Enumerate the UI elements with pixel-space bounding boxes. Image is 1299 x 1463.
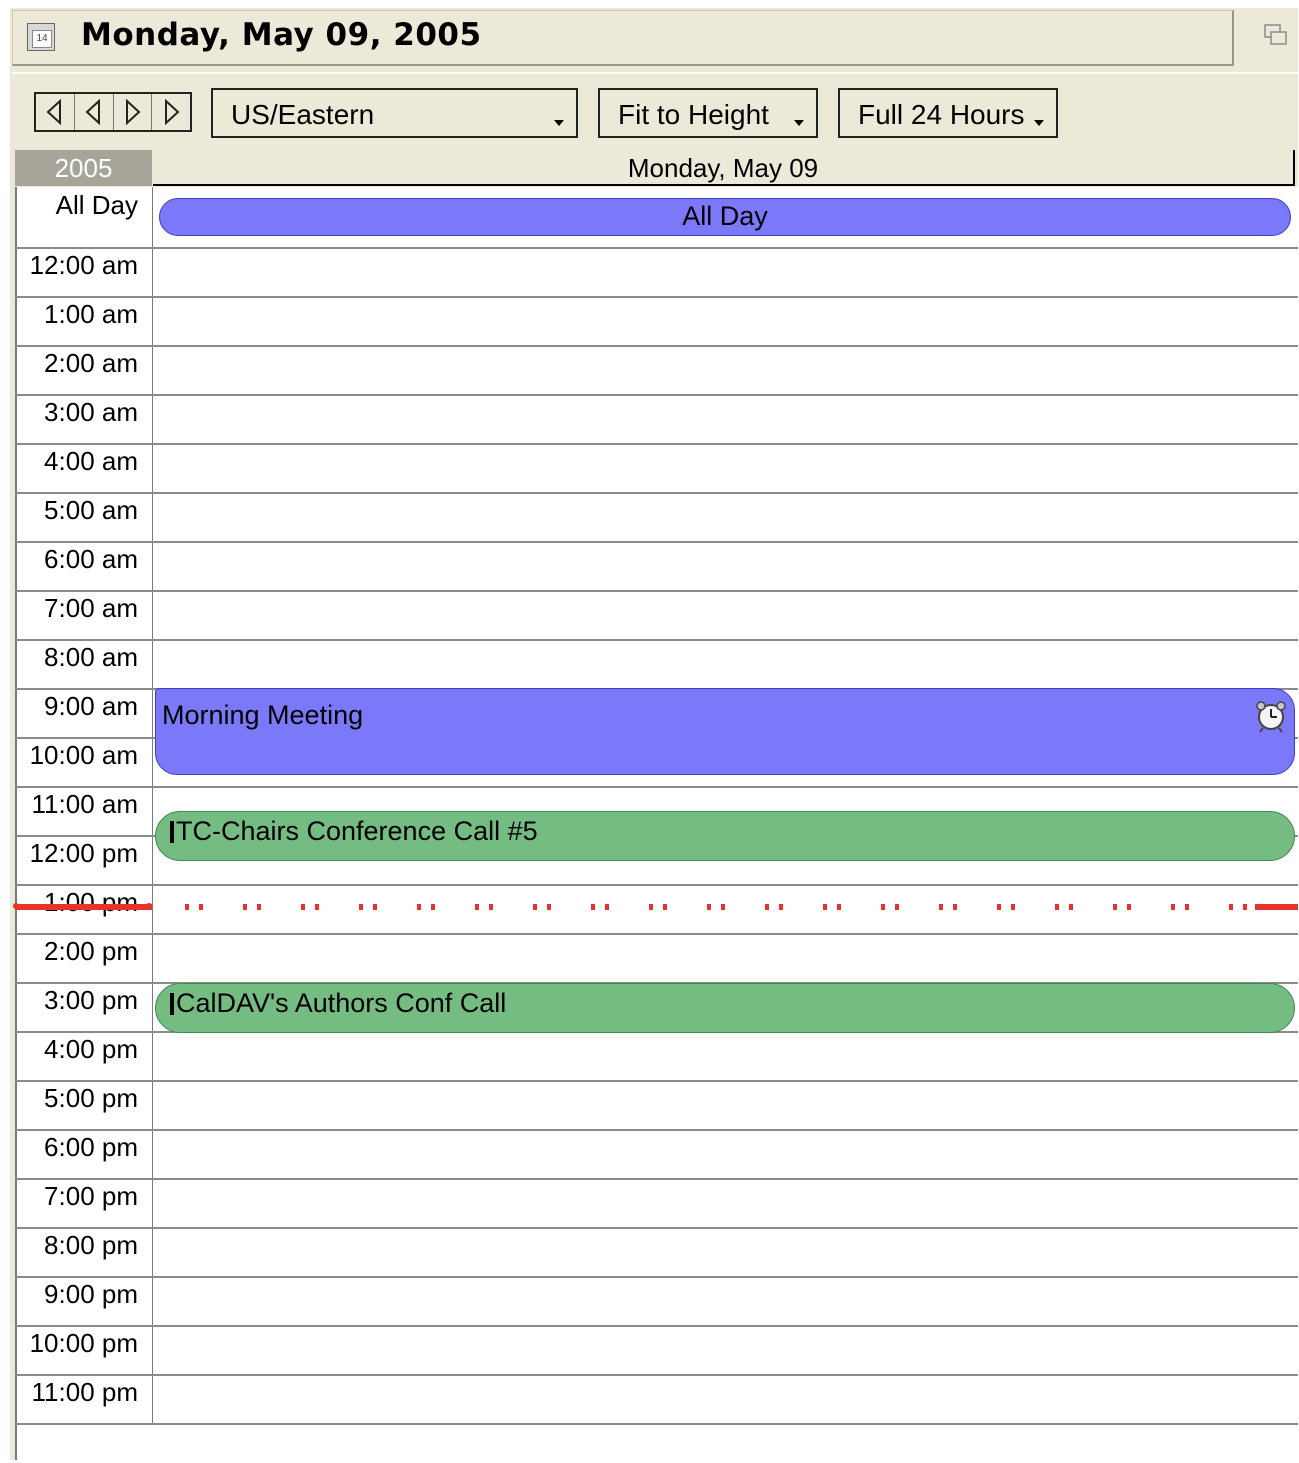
nav-next-button[interactable]: [114, 94, 153, 130]
hour-label: 2:00 pm: [44, 936, 138, 966]
year-label: 2005: [15, 150, 152, 186]
hour-label: 7:00 am: [44, 593, 138, 623]
event-morning-meeting[interactable]: Morning Meeting: [155, 688, 1295, 775]
now-line-dot: [146, 903, 152, 909]
fit-mode-select[interactable]: Fit to Height: [598, 88, 818, 138]
hour-label: 9:00 pm: [44, 1279, 138, 1309]
row-divider: [15, 1325, 1298, 1327]
row-divider: [15, 639, 1298, 641]
right-arrow-icon: [126, 98, 141, 126]
row-divider: [15, 1374, 1298, 1376]
hour-label: 1:00 am: [44, 299, 138, 329]
hour-label: 12:00 am: [29, 250, 138, 280]
event-marker: [170, 821, 174, 843]
hour-label: 8:00 pm: [44, 1230, 138, 1260]
nav-last-button[interactable]: [152, 94, 190, 130]
hour-label: 7:00 pm: [44, 1181, 138, 1211]
row-divider: [15, 296, 1298, 298]
chevron-down-icon: [794, 120, 804, 126]
timezone-value: US/Eastern: [231, 99, 375, 130]
hour-label: 12:00 pm: [29, 838, 138, 868]
hour-label: 11:00 am: [31, 789, 138, 819]
nav-first-button[interactable]: [36, 94, 75, 130]
event-caldav-call[interactable]: CalDAV's Authors Conf Call: [155, 983, 1295, 1033]
row-divider: [15, 394, 1298, 396]
chevron-down-icon: [554, 120, 564, 126]
event-title: Morning Meeting: [162, 700, 364, 730]
row-divider: [15, 786, 1298, 788]
left-arrow-icon: [85, 98, 100, 126]
page-title: Monday, May 09, 2005: [81, 17, 482, 53]
row-divider: [15, 443, 1298, 445]
row-divider: [15, 1276, 1298, 1278]
day-column-header[interactable]: Monday, May 09: [153, 150, 1295, 186]
hour-label: 10:00 pm: [29, 1328, 138, 1358]
event-title: TC-Chairs Conference Call #5: [176, 816, 538, 846]
row-divider: [15, 1129, 1298, 1131]
timezone-select[interactable]: US/Eastern: [211, 88, 578, 138]
event-marker: [170, 993, 174, 1015]
fit-mode-value: Fit to Height: [618, 99, 769, 130]
hour-label: 3:00 pm: [44, 985, 138, 1015]
toolbar: US/Eastern Fit to Height Full 24 Hours: [12, 72, 1298, 152]
row-divider: [15, 884, 1298, 886]
hour-label: 3:00 am: [44, 397, 138, 427]
hour-label: 5:00 am: [44, 495, 138, 525]
calendar-icon: 14: [27, 23, 55, 51]
now-line-dot: [13, 903, 19, 909]
row-divider: [15, 1178, 1298, 1180]
allday-label: All Day: [55, 190, 138, 220]
hour-label: 4:00 pm: [44, 1034, 138, 1064]
hour-label: 2:00 am: [44, 348, 138, 378]
row-divider: [15, 1227, 1298, 1229]
hour-label: 4:00 am: [44, 446, 138, 476]
hours-mode-select[interactable]: Full 24 Hours: [838, 88, 1058, 138]
time-column-divider: [152, 187, 153, 1423]
row-divider: [15, 541, 1298, 543]
hour-label: 6:00 am: [44, 544, 138, 574]
hour-label: 11:00 pm: [31, 1377, 138, 1407]
hour-label: 10:00 am: [29, 740, 138, 770]
hour-label: 5:00 pm: [44, 1083, 138, 1113]
window-restore-icon[interactable]: [1262, 22, 1290, 50]
hour-label: 8:00 am: [44, 642, 138, 672]
event-tc-chairs-call[interactable]: TC-Chairs Conference Call #5: [155, 811, 1295, 861]
row-divider: [15, 933, 1298, 935]
row-divider: [15, 345, 1298, 347]
alarm-clock-icon: [1256, 701, 1286, 733]
chevron-down-icon: [1034, 120, 1044, 126]
row-divider: [15, 492, 1298, 494]
row-divider: [15, 1423, 1298, 1425]
event-title: CalDAV's Authors Conf Call: [176, 988, 507, 1018]
row-divider: [15, 247, 1298, 249]
hours-mode-value: Full 24 Hours: [858, 99, 1025, 130]
hour-label: 1:00 pm: [44, 887, 138, 917]
calendar-icon-day: 14: [32, 30, 52, 48]
current-time-line: [15, 904, 1298, 910]
double-right-arrow-icon: [165, 98, 180, 126]
nav-previous-button[interactable]: [75, 94, 114, 130]
hour-label: 6:00 pm: [44, 1132, 138, 1162]
double-left-arrow-icon: [46, 98, 61, 126]
hour-label: 9:00 am: [44, 691, 138, 721]
row-divider: [15, 1080, 1298, 1082]
row-divider: [15, 590, 1298, 592]
event-all-day[interactable]: All Day: [159, 198, 1291, 236]
title-bar: 14 Monday, May 09, 2005: [12, 10, 1234, 66]
date-navigation: [34, 92, 192, 132]
